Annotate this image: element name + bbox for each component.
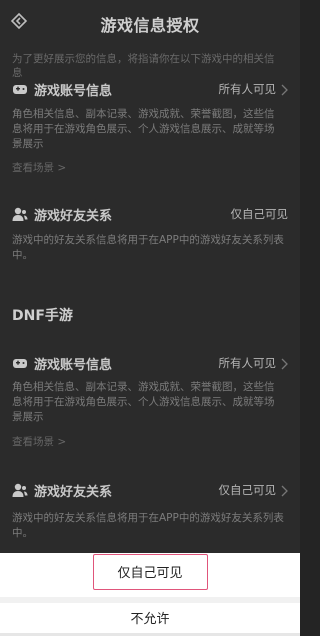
account-info-desc: 角色相关信息、副本记录、游戏成就、荣誉截图，这些信息将用于在游戏角色展示、个人游… [12,108,275,150]
person-icon [12,207,28,221]
game-title: DNF手游 [12,308,73,324]
game2-account-info-label: 游戏账号信息 [34,358,113,373]
option-only-me[interactable]: 仅自己可见 [0,554,300,593]
account-info-row[interactable]: 游戏账号信息 所有人可见 [12,78,288,102]
game2-view-scene-link[interactable]: 查看场景 > [12,434,66,449]
chevron-right-icon [281,84,288,96]
option-deny[interactable]: 不允许 [0,603,300,636]
game2-account-info-desc: 角色相关信息、副本记录、游戏成就、荣誉截图，这些信息将用于在游戏角色展示、个人游… [12,381,275,423]
account-info-label: 游戏账号信息 [34,84,113,99]
account-info-visibility: 所有人可见 [218,82,277,96]
chevron-right-icon [281,358,288,370]
chevron-right-icon [281,485,288,497]
gamepad-icon [13,85,27,94]
friends-desc: 游戏中的好友关系信息将用于在APP中的游戏好友关系列表中。 [12,234,284,261]
game2-friends-row[interactable]: 游戏好友关系 仅自己可见 [12,479,288,503]
friends-row[interactable]: 游戏好友关系 仅自己可见 [12,203,288,227]
game2-account-info-visibility: 所有人可见 [218,356,277,370]
friends-label: 游戏好友关系 [34,209,113,224]
game2-account-info-row[interactable]: 游戏账号信息 所有人可见 [12,352,288,376]
page-title: 游戏信息授权 [100,16,200,35]
auth-screen: 游戏信息授权 为了更好展示您的信息，将指请你在以下游戏中的相关信息 游戏账号信息… [0,0,300,636]
game2-friends-label: 游戏好友关系 [34,485,113,500]
view-scene-link[interactable]: 查看场景 > [12,160,66,175]
game2-friends-visibility: 仅自己可见 [218,483,277,497]
person-icon [12,483,28,497]
game2-friends-desc: 游戏中的好友关系信息将用于在APP中的游戏好友关系列表中。 [12,512,284,539]
intro-text: 为了更好展示您的信息，将指请你在以下游戏中的相关信息 [12,53,275,78]
friends-visibility: 仅自己可见 [230,207,289,221]
header: 游戏信息授权 [0,0,300,44]
visibility-action-sheet: 仅自己可见 不允许 [0,553,300,636]
gamepad-icon [13,359,27,368]
